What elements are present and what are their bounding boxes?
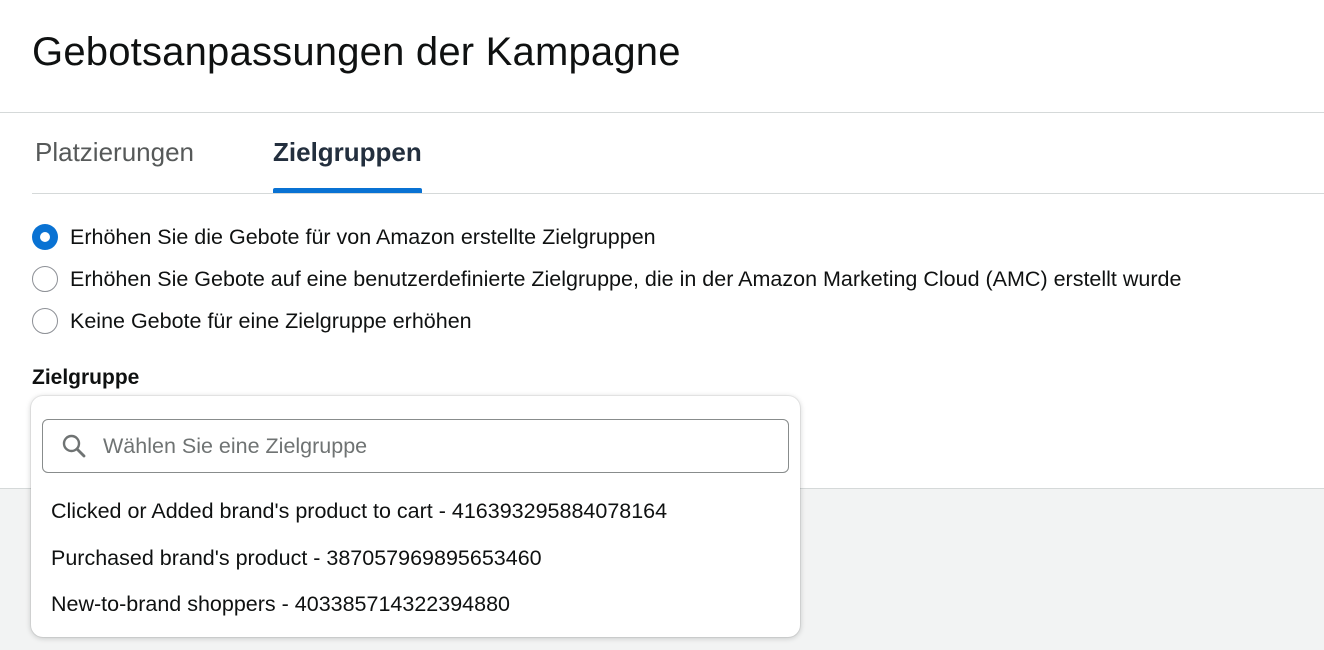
title-divider	[0, 112, 1324, 113]
tab-audiences-label: Zielgruppen	[273, 137, 422, 167]
radio-option-amc-audience[interactable]: Erhöhen Sie Gebote auf eine benutzerdefi…	[32, 258, 1181, 300]
audience-options-list: Clicked or Added brand's product to cart…	[31, 488, 800, 628]
radio-button[interactable]	[32, 308, 58, 334]
active-tab-indicator	[273, 188, 422, 193]
audience-bid-radio-group: Erhöhen Sie die Gebote für von Amazon er…	[32, 216, 1181, 342]
audience-option[interactable]: Clicked or Added brand's product to cart…	[31, 488, 800, 535]
radio-button[interactable]	[32, 266, 58, 292]
radio-label: Erhöhen Sie Gebote auf eine benutzerdefi…	[70, 266, 1182, 291]
tab-bar: Platzierungen Zielgruppen	[32, 114, 1324, 194]
audience-option[interactable]: New-to-brand shoppers - 4033857143223948…	[31, 581, 800, 628]
audience-dropdown: Clicked or Added brand's product to cart…	[31, 396, 800, 637]
radio-button-selected[interactable]	[32, 224, 58, 250]
campaign-bid-adjustments-page: Gebotsanpassungen der Kampagne Platzieru…	[0, 0, 1324, 650]
audience-search-input[interactable]	[103, 433, 723, 459]
tab-placements[interactable]: Platzierungen	[35, 114, 194, 193]
radio-option-amazon-audiences[interactable]: Erhöhen Sie die Gebote für von Amazon er…	[32, 216, 1181, 258]
radio-option-no-audience[interactable]: Keine Gebote für eine Zielgruppe erhöhen	[32, 300, 1181, 342]
audience-option[interactable]: Purchased brand's product - 387057969895…	[31, 535, 800, 582]
radio-label: Erhöhen Sie die Gebote für von Amazon er…	[70, 224, 656, 249]
search-icon	[62, 434, 86, 458]
tab-placements-label: Platzierungen	[35, 137, 194, 167]
tab-audiences[interactable]: Zielgruppen	[273, 114, 422, 193]
audience-search-box[interactable]	[42, 419, 789, 473]
audience-field-label: Zielgruppe	[32, 366, 140, 389]
page-title: Gebotsanpassungen der Kampagne	[32, 30, 681, 74]
radio-label: Keine Gebote für eine Zielgruppe erhöhen	[70, 308, 472, 333]
